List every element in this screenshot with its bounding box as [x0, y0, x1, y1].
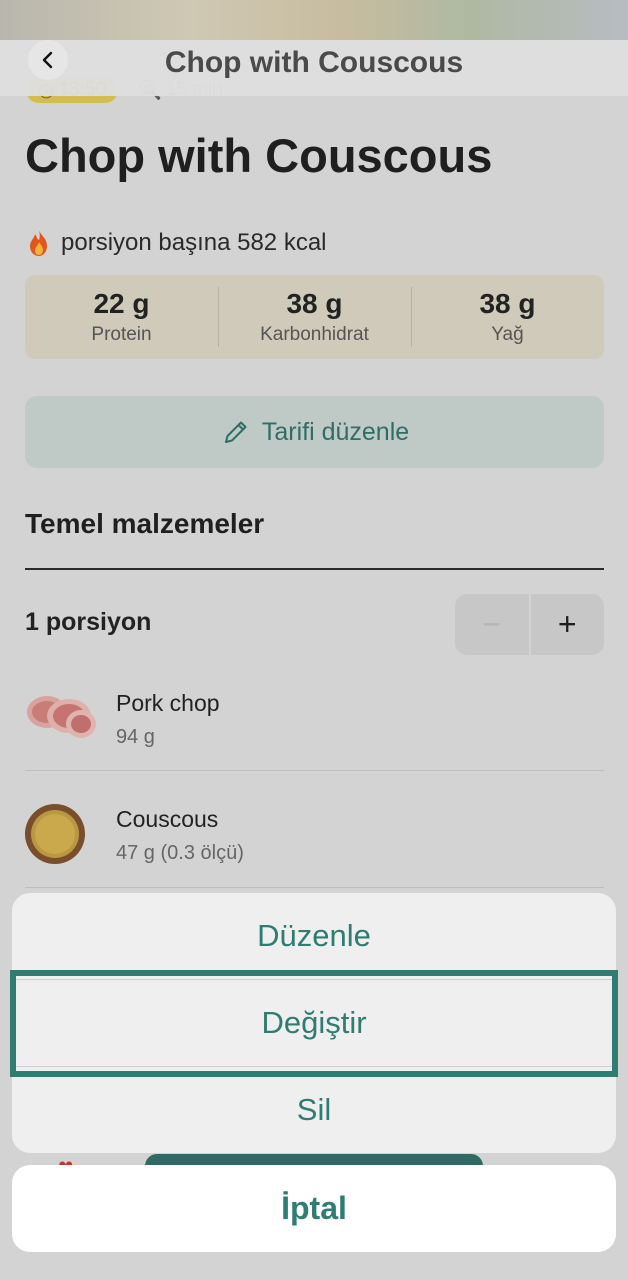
increase-button[interactable]: +: [531, 594, 605, 655]
cancel-button[interactable]: İptal: [12, 1165, 616, 1252]
edit-recipe-label: Tarifi düzenle: [261, 417, 410, 446]
highlight-box: [10, 970, 618, 1077]
divider: [25, 568, 604, 570]
macro-carbs: 38 g Karbonhidrat: [218, 275, 411, 359]
macros-panel: 22 g Protein 38 g Karbonhidrat 38 g Yağ: [25, 275, 604, 359]
edit-recipe-button[interactable]: Tarifi düzenle: [25, 396, 604, 468]
macro-label: Protein: [91, 324, 152, 345]
decrease-button[interactable]: −: [455, 594, 531, 655]
recipe-screen: ◷ 13:50 🔍 15 min Chop with Couscous Chop…: [0, 0, 628, 1280]
ingredient-name: Couscous: [116, 806, 219, 832]
recipe-title: Chop with Couscous: [25, 129, 493, 182]
ingredient-qty: 94 g: [116, 726, 155, 748]
recipe-photo: [0, 0, 628, 40]
macro-label: Yağ: [491, 324, 524, 345]
macro-protein: 22 g Protein: [25, 275, 218, 359]
delete-option[interactable]: Sil: [12, 1067, 616, 1153]
ingredient-name: Pork chop: [116, 690, 220, 716]
divider: [25, 887, 604, 888]
macro-value: 38 g: [286, 288, 343, 319]
ingredient-qty: 47 g (0.3 ölçü): [116, 842, 244, 864]
kcal-text: porsiyon başına 582 kcal: [61, 229, 327, 256]
nav-title: Chop with Couscous: [164, 46, 464, 79]
macro-value: 38 g: [479, 288, 536, 319]
ingredients-heading: Temel malzemeler: [25, 508, 265, 539]
nav-bar: Chop with Couscous: [0, 40, 628, 96]
macro-value: 22 g: [93, 288, 150, 319]
calories: porsiyon başına 582 kcal: [25, 228, 327, 258]
ingredient-item[interactable]: Pork chop 94 g: [25, 682, 604, 798]
portion-stepper: − +: [455, 594, 604, 655]
macro-fat: 38 g Yağ: [411, 275, 604, 359]
divider: [25, 770, 604, 771]
portion-label: 1 porsiyon: [25, 608, 152, 636]
pencil-icon: [224, 421, 247, 443]
macro-label: Karbonhidrat: [260, 324, 369, 345]
couscous-image: [25, 804, 85, 864]
flame-icon: [30, 230, 47, 256]
pork-chop-image: [27, 696, 96, 738]
edit-option[interactable]: Düzenle: [12, 893, 616, 979]
